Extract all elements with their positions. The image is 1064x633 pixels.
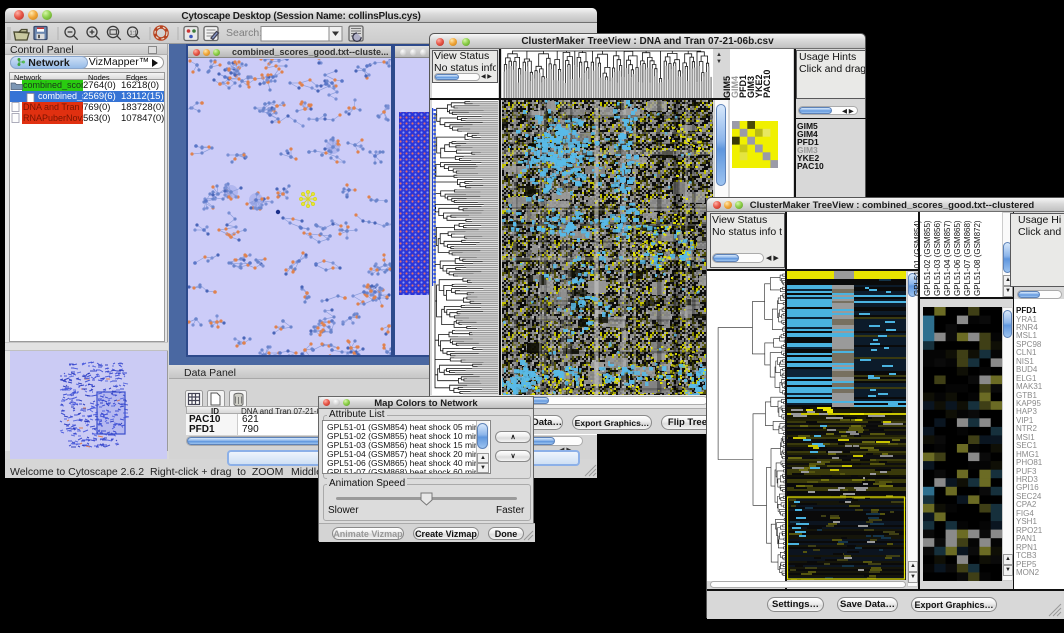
svg-text:1:1: 1:1 <box>130 31 138 37</box>
svg-text:Search:: Search: <box>226 27 262 39</box>
